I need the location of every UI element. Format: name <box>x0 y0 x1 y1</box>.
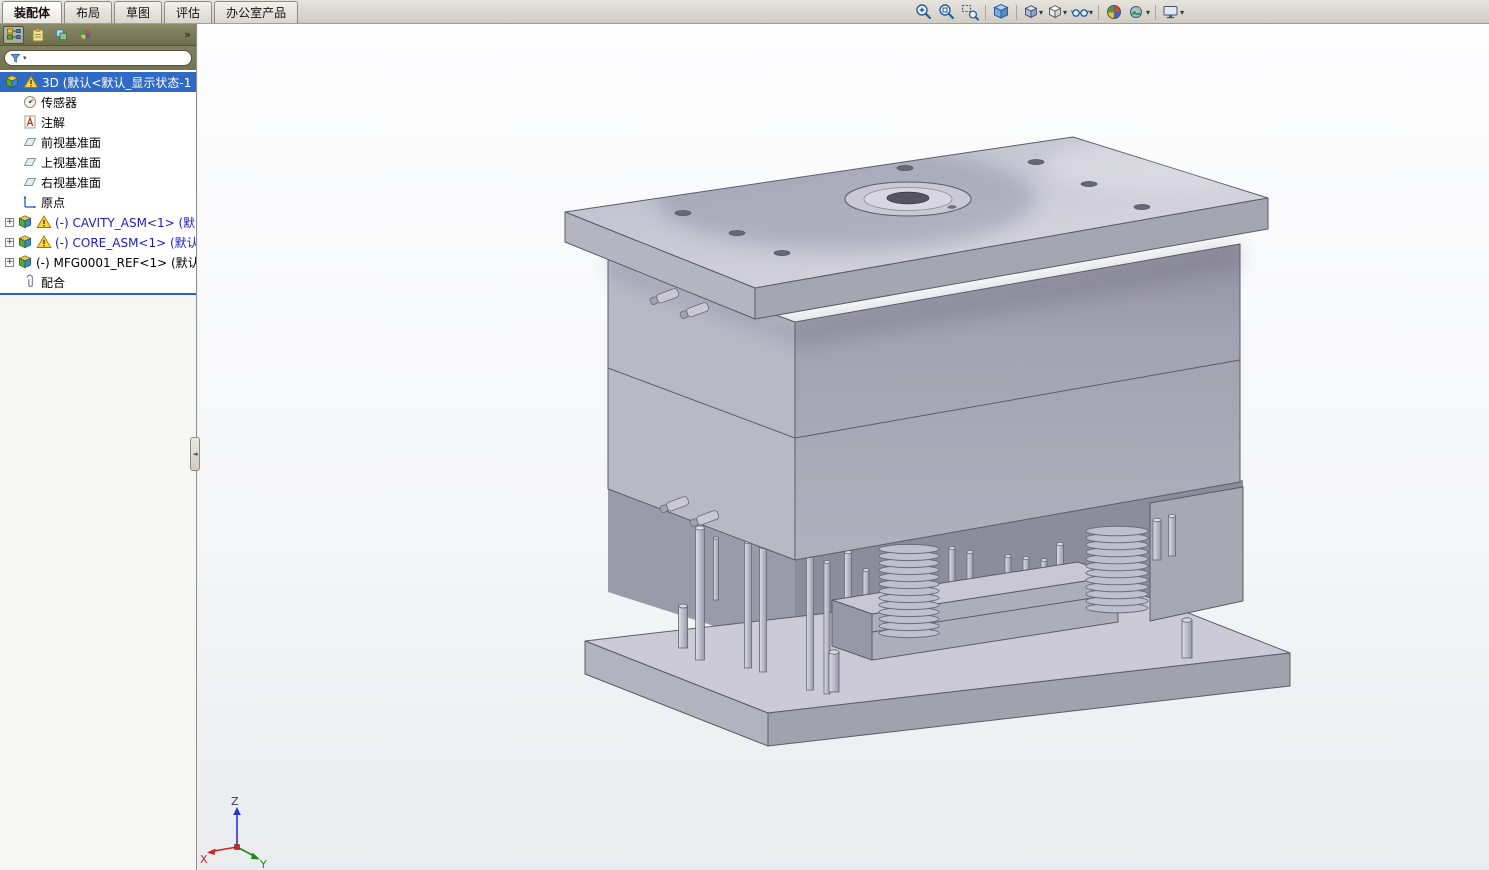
assembly-icon <box>17 254 33 270</box>
graphics-area[interactable]: Z X Y <box>198 24 1489 870</box>
filter-bar: ▾ <box>0 46 196 70</box>
filter-funnel-icon <box>10 49 21 68</box>
expand-icon[interactable]: + <box>5 237 14 247</box>
3d-view-icon[interactable] <box>990 1 1012 23</box>
command-tabs: 装配体 布局 草图 评估 办公室产品 <box>0 0 1489 23</box>
warning-icon <box>36 234 52 250</box>
expand-icon[interactable]: + <box>5 217 14 227</box>
tree-item-label: 3D (默认<默认_显示状态-1 <box>42 75 192 90</box>
tree-item-origin[interactable]: 原点 <box>0 192 196 212</box>
apply-scene-icon[interactable]: ▾ <box>1126 1 1151 23</box>
mold-assembly-model[interactable] <box>564 136 1291 747</box>
featuremanager-tree-tab[interactable] <box>3 25 24 44</box>
tree-item-label: (-) CAVITY_ASM<1> (默 <box>55 215 196 230</box>
mates-paperclip-icon <box>22 274 38 290</box>
hide-show-items-icon[interactable]: ▾ <box>1069 1 1094 23</box>
plane-icon <box>22 154 38 170</box>
tree-item-label: 注解 <box>41 115 66 130</box>
return-spring-right <box>1085 525 1149 614</box>
toolbar-separator <box>1155 4 1157 20</box>
tree-item-mates[interactable]: 配合 <box>0 272 196 292</box>
return-spring-left <box>878 543 940 639</box>
dropdown-caret[interactable]: ▾ <box>1039 8 1043 17</box>
expand-icon[interactable]: + <box>5 257 14 267</box>
edit-appearance-icon[interactable] <box>1103 1 1125 23</box>
spacer-block-right[interactable] <box>1149 486 1244 622</box>
tab-evaluate[interactable]: 评估 <box>164 1 213 23</box>
tree-item-label: (-) CORE_ASM<1> (默认 <box>55 235 196 250</box>
triad-y-label: Y <box>259 858 267 870</box>
view-settings-icon[interactable]: ▾ <box>1160 1 1185 23</box>
tree-item-label: 原点 <box>41 195 66 210</box>
tree-filter-field[interactable]: ▾ <box>4 50 192 66</box>
toolbar-separator <box>985 4 986 20</box>
panel-overflow-button[interactable]: » <box>184 28 193 41</box>
tree-item-mfg0001-ref[interactable]: + (-) MFG0001_REF<1> (默认 <box>0 252 196 272</box>
toolbar-separator <box>1016 4 1017 20</box>
assembly-icon <box>4 74 20 90</box>
assembly-icon <box>17 234 33 250</box>
dropdown-caret[interactable]: ▾ <box>1089 8 1093 17</box>
plane-icon <box>22 174 38 190</box>
orientation-triad: Z X Y <box>200 795 267 870</box>
tree-divider <box>0 293 196 295</box>
zoom-to-area-icon[interactable] <box>959 1 981 23</box>
annotations-icon <box>22 114 38 130</box>
panel-collapse-handle[interactable]: ◄ <box>190 437 200 471</box>
tree-item-label: (-) MFG0001_REF<1> (默认 <box>36 255 196 270</box>
plane-icon <box>22 134 38 150</box>
zoom-to-fit-icon[interactable] <box>936 1 958 23</box>
tree-item-core-asm[interactable]: + (-) CORE_ASM<1> (默认 <box>0 232 196 252</box>
view-orientation-icon[interactable]: ▾ <box>1021 1 1044 23</box>
filter-caret-icon[interactable]: ▾ <box>23 54 27 62</box>
dropdown-caret[interactable]: ▾ <box>1063 8 1067 17</box>
feature-tree: 3D (默认<默认_显示状态-1 传感器 注解 前视基准面 上视基准面 右视基准… <box>0 70 196 295</box>
tab-layout[interactable]: 布局 <box>64 1 113 23</box>
tree-item-label: 右视基准面 <box>41 175 102 190</box>
tree-item-right-plane[interactable]: 右视基准面 <box>0 172 196 192</box>
assembly-icon <box>17 214 33 230</box>
locating-ring[interactable] <box>844 181 972 217</box>
tree-item-label: 前视基准面 <box>41 135 102 150</box>
tree-item-cavity-asm[interactable]: + (-) CAVITY_ASM<1> (默 <box>0 212 196 232</box>
solidworks-window: 装配体 布局 草图 评估 办公室产品 ▾ ▾ ▾ ▾ ▾ » ▾ 3D (默认<… <box>0 0 1489 870</box>
ribbon-tab-bar: 装配体 布局 草图 评估 办公室产品 ▾ ▾ ▾ ▾ ▾ <box>0 0 1489 24</box>
zoom-in-icon[interactable] <box>913 1 935 23</box>
tree-item-label: 配合 <box>41 275 66 290</box>
tree-item-sensors[interactable]: 传感器 <box>0 92 196 112</box>
display-style-icon[interactable]: ▾ <box>1045 1 1068 23</box>
sensors-icon <box>22 94 38 110</box>
toolbar-separator <box>1098 4 1100 20</box>
tree-item-label: 传感器 <box>41 95 78 110</box>
tree-item-top-plane[interactable]: 上视基准面 <box>0 152 196 172</box>
displaymanager-tab[interactable] <box>75 26 96 44</box>
tree-item-assembly-root[interactable]: 3D (默认<默认_显示状态-1 <box>0 72 196 92</box>
feature-manager-panel: » ▾ 3D (默认<默认_显示状态-1 传感器 注解 前视基准面 上视基准面 … <box>0 24 197 870</box>
warning-icon <box>36 214 52 230</box>
tab-assembly[interactable]: 装配体 <box>2 1 63 23</box>
origin-icon <box>22 194 38 210</box>
heads-up-view-toolbar: ▾ ▾ ▾ ▾ ▾ <box>913 0 1185 24</box>
triad-x-label: X <box>200 853 208 866</box>
configurationmanager-tab[interactable] <box>51 26 72 44</box>
tab-office-products[interactable]: 办公室产品 <box>214 1 299 23</box>
dropdown-caret[interactable]: ▾ <box>1180 8 1184 17</box>
tree-item-label: 上视基准面 <box>41 155 102 170</box>
warning-icon <box>23 74 39 90</box>
panel-tab-bar: » <box>0 24 196 46</box>
propertymanager-tab[interactable] <box>27 26 48 44</box>
tree-item-front-plane[interactable]: 前视基准面 <box>0 132 196 152</box>
tree-item-annotations[interactable]: 注解 <box>0 112 196 132</box>
tab-sketch[interactable]: 草图 <box>114 1 163 23</box>
dropdown-caret[interactable]: ▾ <box>1146 8 1150 17</box>
triad-z-label: Z <box>231 795 239 808</box>
